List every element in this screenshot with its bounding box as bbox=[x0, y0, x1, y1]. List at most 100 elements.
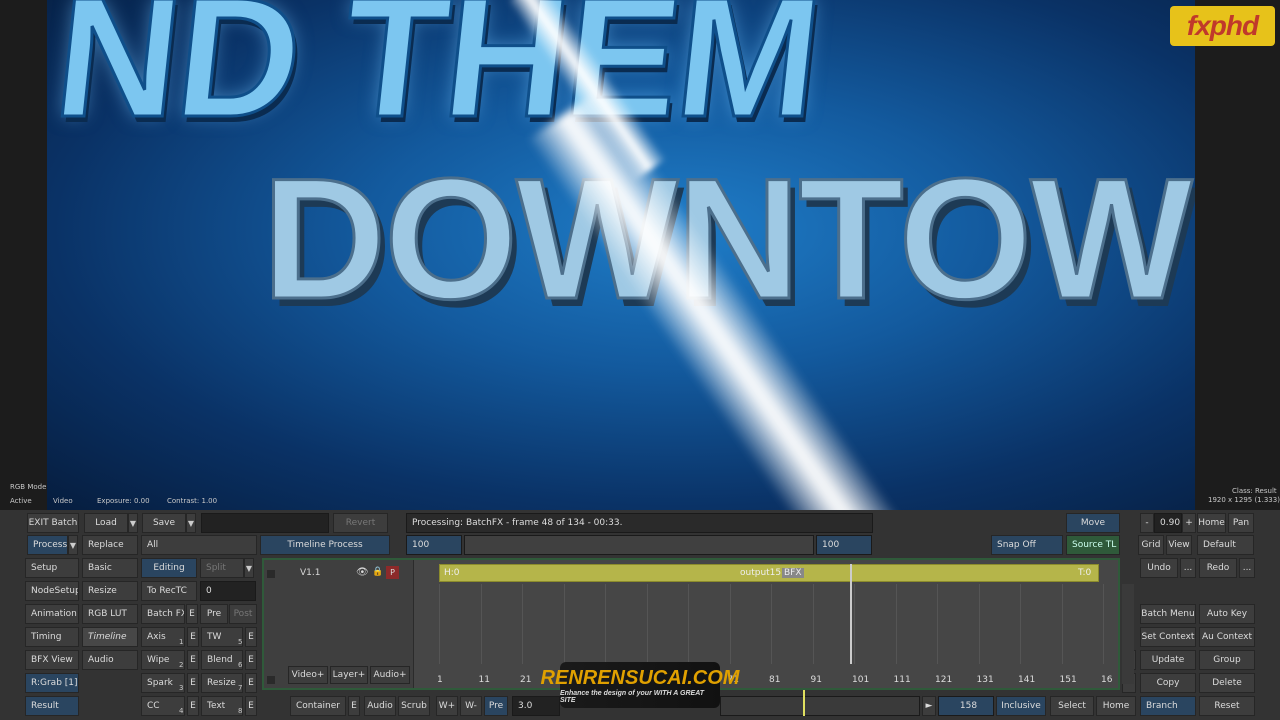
video-plus-button[interactable]: Video+ bbox=[288, 666, 328, 684]
replace-button[interactable]: Replace bbox=[82, 535, 138, 555]
post-button[interactable]: Post bbox=[229, 604, 257, 624]
resize-e-button[interactable]: E bbox=[245, 673, 257, 693]
batch-fx-e-button[interactable]: E bbox=[186, 604, 198, 624]
pre-roll-button[interactable]: Pre bbox=[484, 696, 508, 716]
blend-e-button[interactable]: E bbox=[245, 650, 257, 670]
move-button[interactable]: Move bbox=[1066, 513, 1120, 533]
text-e-button[interactable]: E bbox=[245, 696, 257, 716]
process-dropdown-arrow[interactable]: ▼ bbox=[68, 535, 78, 555]
all-button[interactable]: All bbox=[141, 535, 257, 555]
inclusive-button[interactable]: Inclusive bbox=[996, 696, 1046, 716]
source-tl-button[interactable]: Source TL bbox=[1066, 535, 1120, 555]
copy-button[interactable]: Copy bbox=[1140, 673, 1196, 693]
container-button[interactable]: Container bbox=[290, 696, 346, 716]
batch-menu-button[interactable]: Batch Menu bbox=[1140, 604, 1196, 624]
blend-button[interactable]: Blend bbox=[201, 650, 243, 670]
timeline-clip[interactable]: H:0 output15 BFX T:0 bbox=[439, 564, 1099, 582]
redo-list-button[interactable]: ... bbox=[1239, 558, 1255, 578]
timeline-playhead[interactable] bbox=[850, 564, 852, 664]
load-button[interactable]: Load bbox=[84, 513, 128, 533]
viewer-frame[interactable]: ND THEM DOWNTOW bbox=[47, 0, 1195, 510]
to-rectc-field[interactable]: 0 bbox=[200, 581, 256, 601]
speed-field[interactable]: 3.0 bbox=[512, 696, 560, 716]
set-context-button[interactable]: Set Context bbox=[1140, 627, 1196, 647]
zoom-field[interactable]: 0.90 bbox=[1154, 513, 1182, 533]
resize-tab-button[interactable]: Resize bbox=[82, 581, 138, 601]
spark-e-button[interactable]: E bbox=[187, 673, 199, 693]
view-button[interactable]: View bbox=[1166, 535, 1192, 555]
lock-icon[interactable]: 🔒 bbox=[372, 567, 383, 577]
process-button[interactable]: Process bbox=[27, 535, 68, 555]
add-track-box[interactable] bbox=[267, 676, 275, 684]
save-dropdown-arrow[interactable]: ▼ bbox=[186, 513, 196, 533]
audio-tab-button[interactable]: Audio bbox=[82, 650, 138, 670]
tw-button[interactable]: TW bbox=[201, 627, 243, 647]
scrub-playhead[interactable] bbox=[803, 690, 805, 716]
group-button[interactable]: Group bbox=[1199, 650, 1255, 670]
timeline-scrollbar[interactable] bbox=[1122, 584, 1134, 684]
delete-button[interactable]: Delete bbox=[1199, 673, 1255, 693]
redo-button[interactable]: Redo bbox=[1199, 558, 1237, 578]
split-dropdown-arrow[interactable]: ▼ bbox=[244, 558, 254, 578]
auto-key-button[interactable]: Auto Key bbox=[1199, 604, 1255, 624]
update-button[interactable]: Update bbox=[1140, 650, 1196, 670]
setup-button[interactable]: Setup bbox=[25, 558, 79, 578]
batch-fx-button[interactable]: Batch FX bbox=[141, 604, 185, 624]
current-frame-field[interactable]: 158 bbox=[938, 696, 994, 716]
au-context-button[interactable]: Au Context bbox=[1199, 627, 1255, 647]
pan-button[interactable]: Pan bbox=[1228, 513, 1254, 533]
scrub-button[interactable]: Scrub bbox=[398, 696, 430, 716]
pre-button[interactable]: Pre bbox=[200, 604, 228, 624]
basic-button[interactable]: Basic bbox=[82, 558, 138, 578]
exit-batch-button[interactable]: EXIT Batch bbox=[27, 513, 79, 533]
bfx-view-button[interactable]: BFX View bbox=[25, 650, 79, 670]
load-dropdown-arrow[interactable]: ▼ bbox=[128, 513, 138, 533]
w-plus-button[interactable]: W+ bbox=[436, 696, 458, 716]
audio-button[interactable]: Audio bbox=[364, 696, 396, 716]
timeline-process-button[interactable]: Timeline Process bbox=[260, 535, 390, 555]
in-frame-field[interactable]: 100 bbox=[406, 535, 462, 555]
rgrab-button[interactable]: R:Grab [1] bbox=[25, 673, 79, 693]
axis-e-button[interactable]: E bbox=[187, 627, 199, 647]
undo-button[interactable]: Undo bbox=[1140, 558, 1178, 578]
snap-toggle[interactable]: Snap Off bbox=[991, 535, 1063, 555]
split-button[interactable]: Split bbox=[200, 558, 244, 578]
result-button[interactable]: Result bbox=[25, 696, 79, 716]
track-select-box[interactable] bbox=[267, 570, 275, 578]
branch-button[interactable]: Branch bbox=[1140, 696, 1196, 716]
home-view-button[interactable]: Home bbox=[1197, 513, 1226, 533]
grid-button[interactable]: Grid bbox=[1138, 535, 1164, 555]
tw-e-button[interactable]: E bbox=[245, 627, 257, 647]
layer-plus-button[interactable]: Layer+ bbox=[330, 666, 368, 684]
revert-button[interactable]: Revert bbox=[333, 513, 388, 533]
save-button[interactable]: Save bbox=[142, 513, 186, 533]
priority-badge[interactable]: P bbox=[386, 566, 399, 579]
resize-tool-button[interactable]: Resize bbox=[201, 673, 243, 693]
timing-button[interactable]: Timing bbox=[25, 627, 79, 647]
select-button[interactable]: Select bbox=[1050, 696, 1094, 716]
undo-list-button[interactable]: ... bbox=[1180, 558, 1196, 578]
range-bar[interactable] bbox=[464, 535, 814, 555]
editing-button[interactable]: Editing bbox=[141, 558, 197, 578]
default-button[interactable]: Default bbox=[1197, 535, 1254, 555]
nodesetup-button[interactable]: NodeSetup bbox=[25, 581, 79, 601]
wipe-e-button[interactable]: E bbox=[187, 650, 199, 670]
zoom-minus-button[interactable]: - bbox=[1140, 513, 1154, 533]
out-frame-field[interactable]: 100 bbox=[816, 535, 872, 555]
to-rectc-button[interactable]: To RecTC bbox=[141, 581, 197, 601]
play-arrow-icon[interactable]: ► bbox=[922, 696, 936, 716]
timeline-tab-button[interactable]: Timeline bbox=[82, 627, 138, 647]
scrub-bar[interactable] bbox=[720, 696, 920, 716]
text-button[interactable]: Text bbox=[201, 696, 243, 716]
animation-button[interactable]: Animation bbox=[25, 604, 79, 624]
audio-plus-button[interactable]: Audio+ bbox=[370, 666, 410, 684]
cc-e-button[interactable]: E bbox=[187, 696, 199, 716]
zoom-plus-button[interactable]: + bbox=[1182, 513, 1196, 533]
container-e-button[interactable]: E bbox=[348, 696, 360, 716]
eye-icon[interactable]: 👁 bbox=[356, 567, 369, 578]
home-button[interactable]: Home bbox=[1096, 696, 1136, 716]
rgb-lut-button[interactable]: RGB LUT bbox=[82, 604, 138, 624]
reset-button[interactable]: Reset bbox=[1199, 696, 1255, 716]
w-minus-button[interactable]: W- bbox=[460, 696, 482, 716]
name-field[interactable] bbox=[201, 513, 329, 533]
